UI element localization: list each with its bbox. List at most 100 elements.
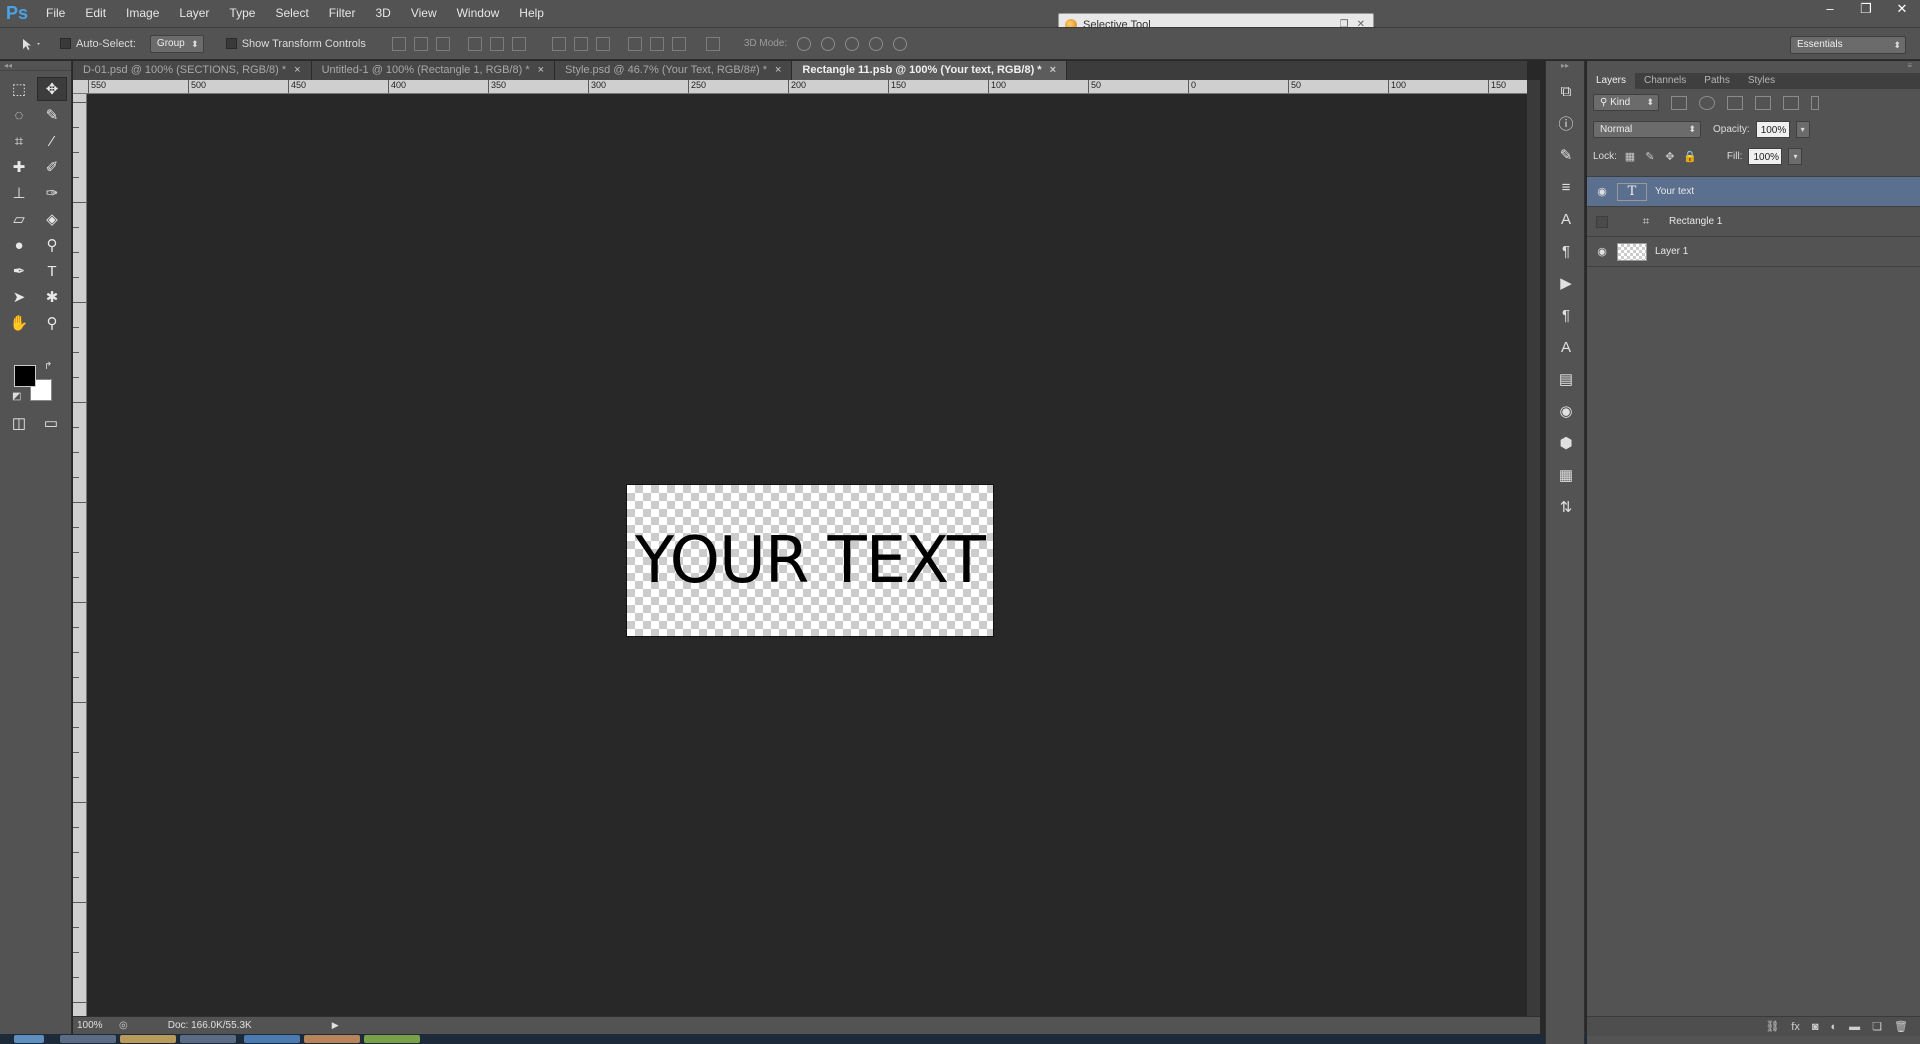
menu-image[interactable]: Image [116, 0, 169, 27]
restore-button[interactable]: ❐ [1848, 0, 1884, 18]
status-share-icon[interactable]: ◎ [119, 1020, 128, 1031]
foreground-color-swatch[interactable] [14, 365, 36, 387]
fill-field[interactable]: 100% [1748, 148, 1783, 165]
vertical-scrollbar[interactable] [1527, 80, 1540, 1016]
doc-tab[interactable]: D-01.psd @ 100% (SECTIONS, RGB/8) * × [73, 61, 312, 80]
menu-filter[interactable]: Filter [319, 0, 366, 27]
brush-presets-icon[interactable]: ≡ [1546, 171, 1586, 203]
vertical-ruler[interactable] [73, 94, 87, 1016]
close-button[interactable]: ✕ [1884, 0, 1920, 18]
opacity-field[interactable]: 100% [1755, 121, 1790, 138]
distribute-left-icon[interactable] [627, 36, 642, 51]
align-vcenter-icon[interactable] [413, 36, 428, 51]
auto-select-option[interactable]: Auto-Select: [60, 38, 136, 50]
distribute-bottom-icon[interactable] [595, 36, 610, 51]
taskbar-item[interactable] [244, 1035, 300, 1043]
smart-object-filter-icon[interactable] [1783, 95, 1799, 110]
layer-name[interactable]: Rectangle 1 [1669, 216, 1722, 227]
add-mask-icon[interactable]: ◙ [1812, 1021, 1819, 1033]
menu-window[interactable]: Window [447, 0, 510, 27]
tab-layers[interactable]: Layers [1587, 73, 1636, 89]
paragraph-panel-icon[interactable]: ¶ [1546, 235, 1586, 267]
history-panel-icon[interactable]: ⧉ [1546, 75, 1586, 107]
link-layers-icon[interactable]: ⛓ [1765, 1020, 1779, 1033]
layer-filter-kind[interactable]: ⚲ Kind [1593, 94, 1659, 111]
tab-channels[interactable]: Channels [1635, 73, 1695, 89]
dock-grip[interactable]: ▸▸ [1546, 61, 1584, 75]
3d-rotate-icon[interactable] [797, 36, 812, 51]
marquee-tool-icon[interactable]: ⬚ [4, 77, 34, 101]
delete-layer-icon[interactable]: 🗑 [1894, 1020, 1908, 1033]
menu-layer[interactable]: Layer [169, 0, 219, 27]
auto-select-dropdown[interactable]: Group [149, 34, 204, 53]
clone-stamp-tool-icon[interactable]: ⊥ [4, 181, 34, 205]
swap-colors-icon[interactable]: ↱ [44, 361, 52, 372]
shape-filter-icon[interactable] [1755, 95, 1771, 110]
distribute-right-icon[interactable] [671, 36, 686, 51]
custom-shape-tool-icon[interactable]: ✱ [37, 285, 67, 309]
minimize-button[interactable]: – [1812, 0, 1848, 18]
brush-tool-icon[interactable]: ✐ [37, 155, 67, 179]
path-selection-tool-icon[interactable]: ➤ [4, 285, 34, 309]
brush-panel-icon[interactable]: ✎ [1546, 139, 1586, 171]
layer-row-your-text[interactable]: ◉ T Your text [1587, 177, 1920, 207]
lock-transparency-icon[interactable]: ▦ [1623, 150, 1637, 164]
pen-tool-icon[interactable]: ✒ [4, 259, 34, 283]
quick-selection-tool-icon[interactable]: ✎ [37, 103, 67, 127]
lock-all-icon[interactable]: 🔒 [1683, 150, 1697, 164]
adjustment-filter-icon[interactable] [1699, 95, 1715, 110]
visibility-toggle-off[interactable] [1596, 215, 1608, 228]
doc-tab-active[interactable]: Rectangle 11.psb @ 100% (Your text, RGB/… [792, 61, 1068, 80]
info-panel-icon[interactable]: ⓘ [1546, 107, 1586, 139]
character-styles-icon[interactable]: A [1546, 331, 1586, 363]
horizontal-ruler[interactable]: 550 500 450 400 350 300 250 200 150 100 50 0 50 100 15… [86, 80, 1527, 94]
3d-pan-icon[interactable] [845, 36, 860, 51]
auto-select-checkbox[interactable] [60, 38, 71, 49]
new-adjustment-icon[interactable]: ◐ [1831, 1021, 1838, 1033]
menu-select[interactable]: Select [265, 0, 318, 27]
lasso-tool-icon[interactable]: ◌ [4, 103, 34, 127]
paragraph-styles-icon[interactable]: ¶ [1546, 299, 1586, 331]
fill-dropdown[interactable]: ▾ [1788, 148, 1803, 165]
layer-style-icon[interactable]: fx [1791, 1021, 1800, 1033]
tab-close-icon[interactable]: × [775, 64, 781, 76]
actions-panel-icon[interactable]: ▶ [1546, 267, 1586, 299]
visibility-eye-icon[interactable]: ◉ [1587, 185, 1617, 198]
lock-position-icon[interactable]: ✥ [1663, 150, 1677, 164]
auto-align-icon[interactable] [705, 36, 720, 51]
menu-help[interactable]: Help [509, 0, 554, 27]
align-left-icon[interactable] [467, 36, 482, 51]
pixel-filter-icon[interactable] [1671, 95, 1687, 110]
layer-name[interactable]: Layer 1 [1655, 246, 1688, 257]
default-colors-icon[interactable]: ◩ [12, 391, 21, 402]
move-tool-icon[interactable]: ✥ [37, 77, 67, 101]
zoom-level[interactable]: 100% [73, 1020, 119, 1031]
screen-mode-icon[interactable]: ▭ [36, 411, 66, 435]
tab-paths[interactable]: Paths [1695, 73, 1739, 89]
start-button[interactable] [14, 1035, 44, 1043]
align-bottom-icon[interactable] [435, 36, 450, 51]
blur-tool-icon[interactable]: ● [4, 233, 34, 257]
blend-mode-dropdown[interactable]: Normal [1593, 121, 1701, 138]
distribute-vcenter-icon[interactable] [573, 36, 588, 51]
tab-styles[interactable]: Styles [1739, 73, 1784, 89]
dodge-tool-icon[interactable]: ⚲ [37, 233, 67, 257]
canvas-text-layer[interactable]: YOUR TEXT [635, 524, 986, 598]
new-layer-icon[interactable]: ❏ [1872, 1020, 1882, 1033]
3d-roll-icon[interactable] [821, 36, 836, 51]
new-group-icon[interactable]: ▬ [1849, 1021, 1860, 1033]
hand-tool-icon[interactable]: ✋ [4, 311, 34, 335]
eyedropper-tool-icon[interactable]: ⁄ [37, 129, 67, 153]
opacity-dropdown[interactable]: ▾ [1795, 121, 1810, 138]
taskbar-item[interactable] [364, 1035, 420, 1043]
doc-tab[interactable]: Style.psd @ 46.7% (Your Text, RGB/8#) * × [555, 61, 793, 80]
timeline-panel-icon[interactable]: ▦ [1546, 459, 1586, 491]
tool-presets-icon[interactable]: ⇅ [1546, 491, 1586, 523]
transform-controls-checkbox[interactable] [225, 38, 237, 49]
history-brush-tool-icon[interactable]: ✑ [37, 181, 67, 205]
status-menu-arrow[interactable]: ▶ [332, 1020, 339, 1031]
type-tool-icon[interactable]: T [37, 259, 67, 283]
align-hcenter-icon[interactable] [489, 36, 504, 51]
workspace-switcher[interactable]: Essentials [1790, 36, 1906, 54]
visibility-eye-icon[interactable]: ◉ [1587, 245, 1617, 258]
